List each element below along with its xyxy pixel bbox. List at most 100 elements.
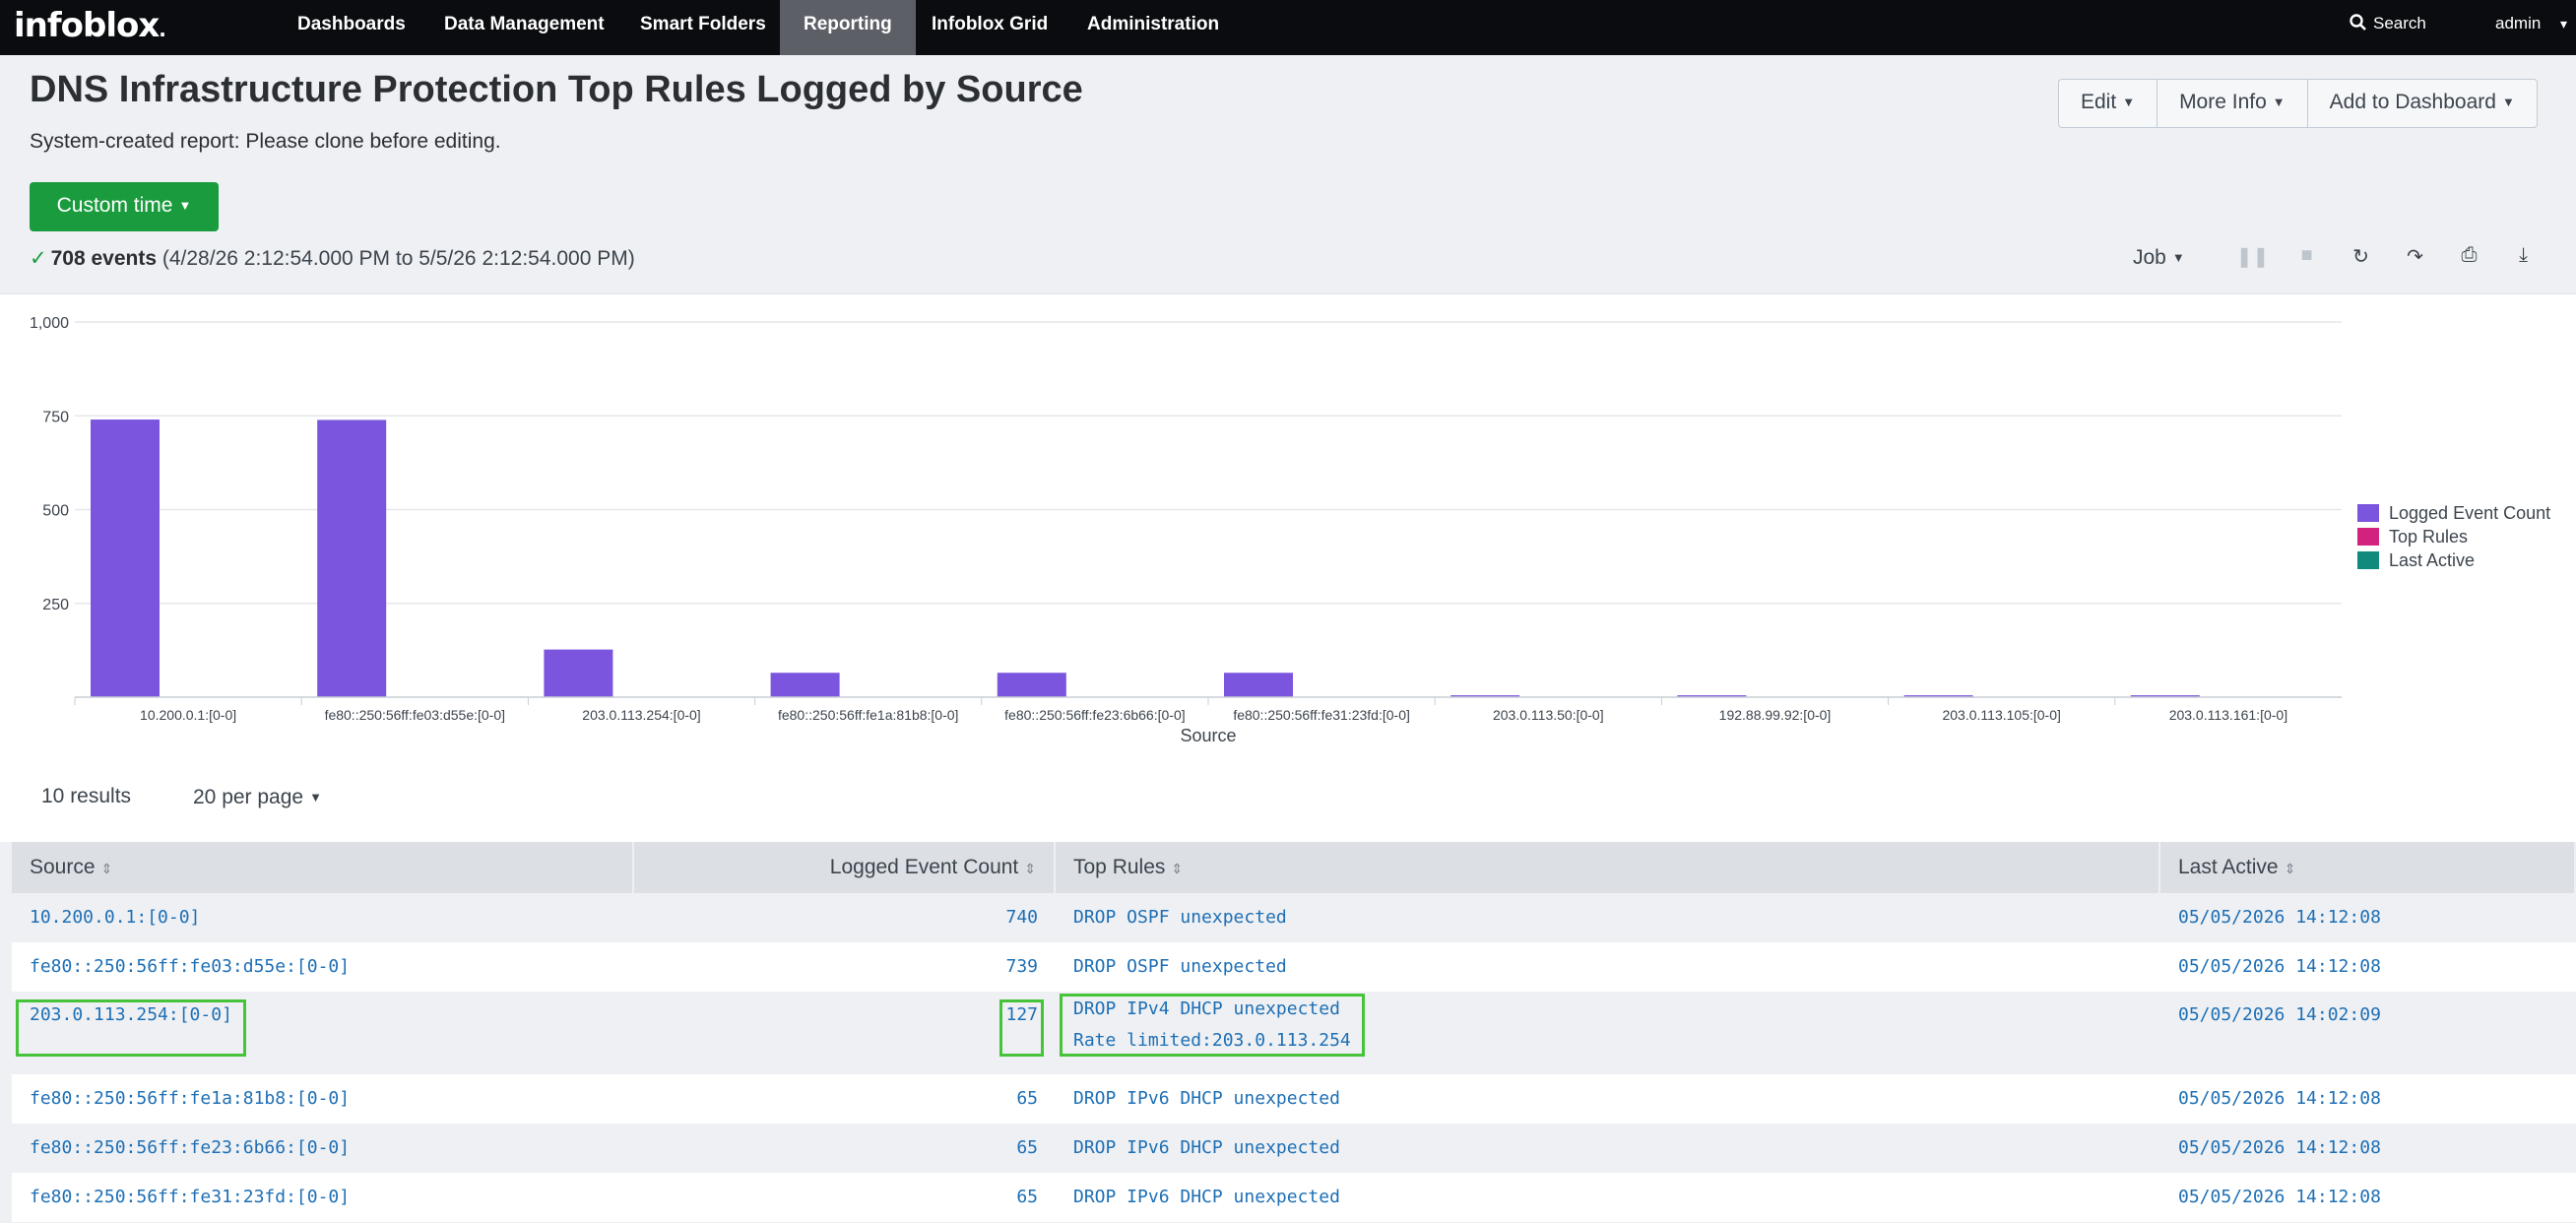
edit-button[interactable]: Edit ▼ <box>2059 80 2158 127</box>
caret-down-icon: ▼ <box>2122 95 2136 109</box>
cell-last-active[interactable]: 05/05/2026 14:12:08 <box>2160 1074 2576 1124</box>
legend-item[interactable]: Logged Event Count <box>2357 501 2550 525</box>
legend-swatch <box>2357 528 2379 546</box>
y-tick-label: 750 <box>42 409 69 425</box>
stop-icon[interactable]: ■ <box>2280 244 2334 269</box>
cell-count[interactable]: 65 <box>634 1124 1056 1173</box>
bar[interactable] <box>770 673 840 697</box>
report-actions: Edit ▼ More Info ▼ Add to Dashboard ▼ <box>2058 79 2538 128</box>
share-icon[interactable]: ↷ <box>2388 244 2442 269</box>
cell-source[interactable]: 10.200.0.1:[0-0] <box>12 893 634 942</box>
table-row: fe80::250:56ff:fe03:d55e:[0-0] 739 DROP … <box>12 942 2576 992</box>
cell-top-rules[interactable]: DROP IPv4 DHCP unexpected Rate limited:20… <box>1056 992 2160 1074</box>
nav-smart-folders[interactable]: Smart Folders <box>616 0 790 55</box>
add-to-dashboard-button[interactable]: Add to Dashboard ▼ <box>2308 80 2537 127</box>
cell-count[interactable]: 65 <box>634 1074 1056 1124</box>
legend-item[interactable]: Top Rules <box>2357 525 2550 548</box>
nav-infoblox-grid[interactable]: Infoblox Grid <box>908 0 1071 55</box>
x-tick-label: fe80::250:56ff:fe31:23fd:[0-0] <box>1233 707 1410 723</box>
caret-down-icon: ▼ <box>2501 95 2515 109</box>
cell-count[interactable]: 739 <box>634 942 1056 992</box>
bar[interactable] <box>544 649 613 697</box>
x-tick-label: fe80::250:56ff:fe23:6b66:[0-0] <box>1004 707 1185 723</box>
column-header-top-rules[interactable]: Top Rules ⇕ <box>1056 842 2160 893</box>
column-header-logged-event-count[interactable]: Logged Event Count ⇕ <box>634 842 1056 893</box>
caret-down-icon: ▼ <box>2272 95 2286 109</box>
chevron-down-icon[interactable]: ▾ <box>2560 16 2567 32</box>
x-tick-label: 203.0.113.161:[0-0] <box>2169 707 2287 723</box>
y-tick-label: 250 <box>42 597 69 613</box>
x-axis-label: Source <box>1180 726 1236 745</box>
more-info-button[interactable]: More Info ▼ <box>2157 80 2308 127</box>
top-nav: infoblox. Dashboards Data Management Sma… <box>0 0 2576 55</box>
x-tick-label: 192.88.99.92:[0-0] <box>1719 707 1832 723</box>
cell-last-active[interactable]: 05/05/2026 14:12:08 <box>2160 1173 2576 1222</box>
table-row: 203.0.113.254:[0-0] 127 DROP IPv4 DHCP u… <box>12 992 2576 1074</box>
infoblox-logo[interactable]: infoblox. <box>14 6 166 45</box>
cell-last-active[interactable]: 05/05/2026 14:12:08 <box>2160 942 2576 992</box>
cell-top-rules[interactable]: DROP OSPF unexpected <box>1056 942 2160 992</box>
rule-line[interactable]: DROP IPv4 DHCP unexpected <box>1073 994 1351 1025</box>
cell-top-rules[interactable]: DROP OSPF unexpected <box>1056 893 2160 942</box>
legend-swatch <box>2357 551 2379 569</box>
legend-item[interactable]: Last Active <box>2357 548 2550 572</box>
rule-line[interactable]: Rate limited:203.0.113.254 <box>1073 1025 1351 1057</box>
results-table: Source ⇕ Logged Event Count ⇕ Top Rules ⇕ L… <box>12 842 2576 1222</box>
download-icon[interactable]: ⤓ <box>2496 244 2550 269</box>
cell-last-active[interactable]: 05/05/2026 14:12:08 <box>2160 1124 2576 1173</box>
per-page-dropdown[interactable]: 20 per page ▼ <box>193 786 322 809</box>
refresh-icon[interactable]: ↻ <box>2334 244 2388 269</box>
page-subtitle: System-created report: Please clone befo… <box>30 130 501 153</box>
nav-dashboards[interactable]: Dashboards <box>274 0 429 55</box>
cell-last-active[interactable]: 05/05/2026 14:02:09 <box>2160 992 2576 1074</box>
cell-top-rules[interactable]: DROP IPv6 DHCP unexpected <box>1056 1074 2160 1124</box>
print-icon[interactable]: ⎙ <box>2442 244 2496 269</box>
x-tick-label: 203.0.113.105:[0-0] <box>1942 707 2060 723</box>
x-tick-label: 203.0.113.254:[0-0] <box>582 707 700 723</box>
x-tick-label: 10.200.0.1:[0-0] <box>140 707 236 723</box>
cell-last-active[interactable]: 05/05/2026 14:12:08 <box>2160 893 2576 942</box>
legend-swatch <box>2357 504 2379 522</box>
bar-chart: 1,000750500250 10.200.0.1:[0-0] fe80::250… <box>30 315 2342 745</box>
table-row: fe80::250:56ff:fe1a:81b8:[0-0] 65 DROP I… <box>12 1074 2576 1124</box>
cell-source[interactable]: fe80::250:56ff:fe1a:81b8:[0-0] <box>12 1074 634 1124</box>
highlighted-count[interactable]: 127 <box>999 999 1044 1057</box>
caret-down-icon: ▼ <box>178 198 192 213</box>
cell-source[interactable]: fe80::250:56ff:fe23:6b66:[0-0] <box>12 1124 634 1173</box>
cell-source[interactable]: fe80::250:56ff:fe03:d55e:[0-0] <box>12 942 634 992</box>
nav-administration[interactable]: Administration <box>1063 0 1243 55</box>
table-row: fe80::250:56ff:fe23:6b66:[0-0] 65 DROP I… <box>12 1124 2576 1173</box>
sort-icon: ⇕ <box>1024 861 1036 876</box>
nav-data-management[interactable]: Data Management <box>420 0 628 55</box>
table-header: Source ⇕ Logged Event Count ⇕ Top Rules ⇕ L… <box>12 842 2576 893</box>
column-header-source[interactable]: Source ⇕ <box>12 842 634 893</box>
pause-icon[interactable]: ❚❚ <box>2225 244 2280 269</box>
bar[interactable] <box>1224 673 1293 697</box>
search-icon <box>2350 14 2366 31</box>
y-tick-label: 500 <box>42 503 69 520</box>
legend-label: Logged Event Count <box>2389 502 2551 523</box>
custom-time-button[interactable]: Custom time ▼ <box>30 182 219 231</box>
column-header-last-active[interactable]: Last Active ⇕ <box>2160 842 2576 893</box>
search-link[interactable]: Search <box>2350 14 2426 33</box>
cell-top-rules[interactable]: DROP IPv6 DHCP unexpected <box>1056 1173 2160 1222</box>
cell-source[interactable]: fe80::250:56ff:fe31:23fd:[0-0] <box>12 1173 634 1222</box>
cell-count[interactable]: 127 <box>634 992 1056 1074</box>
cell-source[interactable]: 203.0.113.254:[0-0] <box>12 992 634 1074</box>
events-count[interactable]: 708 events <box>51 247 157 270</box>
highlighted-source[interactable]: 203.0.113.254:[0-0] <box>16 999 246 1057</box>
page-title: DNS Infrastructure Protection Top Rules … <box>30 69 1083 110</box>
y-tick-label: 1,000 <box>30 315 69 332</box>
cell-count[interactable]: 65 <box>634 1173 1056 1222</box>
chart-legend: Logged Event Count Top Rules Last Active <box>2357 501 2550 572</box>
legend-label: Last Active <box>2389 549 2476 570</box>
bar[interactable] <box>997 673 1066 697</box>
sort-icon: ⇕ <box>2284 861 2296 876</box>
bar[interactable] <box>317 419 387 697</box>
cell-top-rules[interactable]: DROP IPv6 DHCP unexpected <box>1056 1124 2160 1173</box>
nav-reporting[interactable]: Reporting <box>780 0 916 55</box>
job-menu[interactable]: Job ▼ <box>2133 246 2185 270</box>
cell-count[interactable]: 740 <box>634 893 1056 942</box>
user-menu[interactable]: admin <box>2495 14 2541 33</box>
bar[interactable] <box>91 419 160 697</box>
